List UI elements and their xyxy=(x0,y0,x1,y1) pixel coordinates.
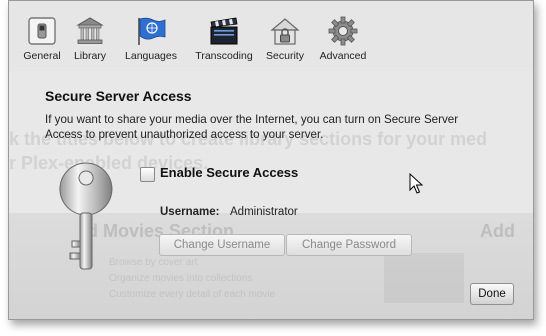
tab-advanced[interactable]: Advanced xyxy=(315,15,371,62)
background-bullet: Customize every detail of each movie xyxy=(109,289,276,300)
preferences-toolbar: General Library Languages Transcoding Se… xyxy=(9,1,533,71)
tab-library-label: Library xyxy=(73,50,107,62)
username-value: Administrator xyxy=(230,206,298,218)
enable-secure-access-label[interactable]: Enable Secure Access xyxy=(160,165,298,180)
tab-transcoding-label: Transcoding xyxy=(195,50,253,62)
switch-icon xyxy=(28,17,56,45)
done-button[interactable]: Done xyxy=(470,283,514,305)
house-lock-icon xyxy=(270,18,300,45)
gear-icon xyxy=(328,16,358,46)
tab-security[interactable]: Security xyxy=(263,15,307,62)
background-bullet: Browse by cover art xyxy=(109,257,198,268)
change-username-button[interactable]: Change Username xyxy=(159,234,285,256)
tab-general-label: General xyxy=(23,50,61,62)
tab-languages-label: Languages xyxy=(125,50,177,62)
enable-secure-access-checkbox[interactable] xyxy=(140,167,155,182)
tab-advanced-label: Advanced xyxy=(319,50,367,62)
section-description: If you want to share your media over the… xyxy=(45,113,459,141)
clapperboard-icon xyxy=(210,17,238,45)
background-section-title-right: Add xyxy=(480,221,515,241)
mouse-pointer-icon xyxy=(409,173,423,194)
key-icon xyxy=(59,162,113,270)
background-bullet: Organize movies into collections xyxy=(109,273,253,284)
tab-languages[interactable]: Languages xyxy=(123,15,179,62)
tab-security-label: Security xyxy=(266,50,304,62)
background-thumbnail xyxy=(384,253,464,303)
change-password-button[interactable]: Change Password xyxy=(286,234,412,256)
tab-library[interactable]: Library xyxy=(69,15,111,62)
tab-transcoding[interactable]: Transcoding xyxy=(193,15,255,62)
library-building-icon xyxy=(76,17,104,44)
un-flag-icon xyxy=(138,17,166,45)
section-heading: Secure Server Access xyxy=(45,88,192,104)
preferences-dialog: k the titles below to create library sec… xyxy=(8,0,534,320)
tab-general[interactable]: General xyxy=(21,15,63,62)
username-label: Username: xyxy=(160,206,220,218)
